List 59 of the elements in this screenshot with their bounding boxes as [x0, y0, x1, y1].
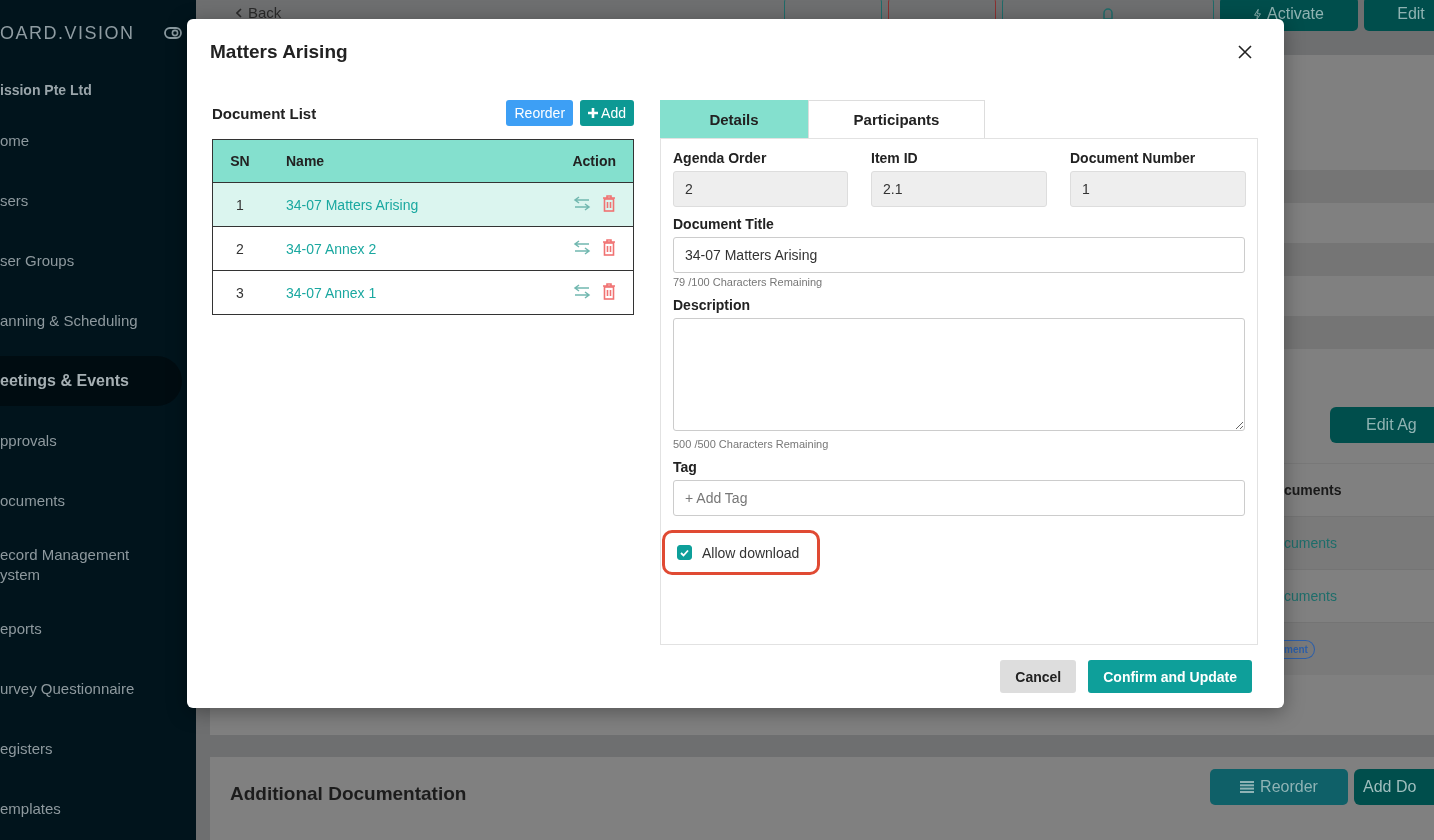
nav-item[interactable]: ser Groups [0, 231, 75, 291]
nav-item[interactable]: anning & Scheduling [0, 291, 138, 351]
checkbox[interactable] [677, 545, 692, 560]
chevron-left-icon [236, 7, 242, 18]
table-cell: 1 [212, 182, 267, 227]
check-icon [680, 548, 689, 557]
brand-logo: OARD.VISION [0, 22, 135, 44]
character-counter: 79 /100 Characters Remaining [673, 276, 823, 288]
column-header: SN [212, 139, 267, 183]
field-label: Agenda Order [673, 150, 767, 167]
nav-item[interactable]: sers [0, 171, 29, 231]
list-icon [1240, 781, 1255, 793]
add-button[interactable]: Add [580, 100, 634, 126]
swap-icon [573, 282, 591, 300]
checkbox-label: Allow download [702, 544, 800, 561]
nav-item[interactable]: eports [0, 599, 42, 659]
table-cell: 2 [212, 226, 267, 271]
swap-icon [573, 194, 591, 212]
trash-icon [602, 238, 616, 256]
nav-item[interactable]: urvey Questionnaire [0, 659, 135, 719]
nav-item[interactable]: ocuments [0, 471, 66, 531]
close-button[interactable] [1238, 45, 1252, 59]
section-title: Document List [212, 104, 317, 122]
table-cell: 3 [212, 270, 267, 315]
trash-icon [602, 282, 616, 300]
nav-item[interactable]: ecord Management ystem [0, 531, 160, 599]
nav-item[interactable]: ome [0, 111, 30, 171]
swap-icon [573, 238, 591, 256]
plus-icon [588, 108, 599, 118]
organization-name: ission Pte Ltd [0, 81, 93, 100]
field-label: Description [673, 297, 750, 314]
field-label: Document Title [673, 216, 774, 233]
confirm-button[interactable]: Confirm and Update [1088, 660, 1252, 693]
column-header: Action [527, 139, 634, 183]
section-title: Additional Documentation [230, 783, 467, 805]
character-counter: 500 /500 Characters Remaining [673, 438, 829, 450]
tab[interactable]: Details [660, 100, 808, 138]
nav-item[interactable]: eetings & Events [0, 356, 182, 406]
column-header: cuments [1284, 482, 1342, 498]
action-button[interactable]: Edit [1364, 0, 1434, 31]
eye-icon [164, 26, 182, 40]
input-field[interactable]: 34-07 Matters Arising [673, 237, 1245, 273]
bolt-icon [1254, 8, 1262, 20]
bell-icon [1103, 8, 1113, 20]
tab[interactable]: Participants [808, 100, 985, 138]
edit-agenda-button[interactable]: Edit Ag [1330, 407, 1434, 443]
dialog-title: Matters Arising [210, 41, 348, 63]
trash-icon [602, 194, 616, 212]
add-button[interactable]: Add Do [1354, 769, 1434, 805]
close-icon [1238, 45, 1252, 59]
field-label: Item ID [871, 150, 918, 167]
field-label: Tag [673, 459, 697, 476]
tag-field[interactable]: + Add Tag [673, 480, 1245, 516]
nav-item[interactable]: egisters [0, 719, 53, 779]
nav-item[interactable]: pprovals [0, 411, 57, 471]
cancel-button[interactable]: Cancel [1000, 660, 1077, 693]
field-label: Document Number [1070, 150, 1196, 167]
column-header: Name [267, 139, 528, 183]
nav-item[interactable]: emplates [0, 779, 61, 839]
